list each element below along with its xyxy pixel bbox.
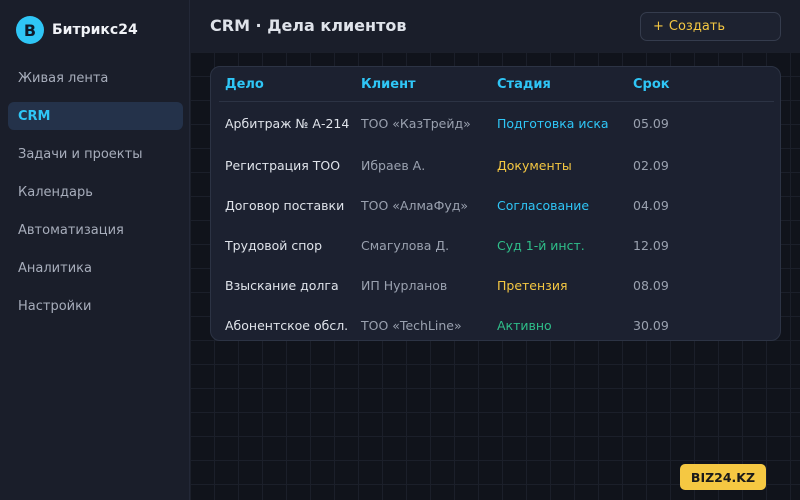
cell-client: ТОО «АлмаФуд» xyxy=(361,197,469,213)
cell-due: 05.09 xyxy=(633,115,669,131)
cell-due: 12.09 xyxy=(633,237,669,253)
cell-due: 08.09 xyxy=(633,277,669,293)
watermark-badge: BIZ24.KZ xyxy=(680,464,766,490)
cell-client: ТОО «TechLine» xyxy=(361,317,462,333)
table-header-row: Дело Клиент Стадия Срок xyxy=(219,69,774,102)
create-button-label: Создать xyxy=(668,19,726,34)
sidebar-item-crm[interactable]: CRM xyxy=(8,102,183,130)
sidebar: B Битрикс24 Живая лента CRM Задачи и про… xyxy=(0,0,190,500)
plus-icon: + xyxy=(653,19,664,34)
table-row[interactable]: Арбитраж № А-214 ТОО «КазТрейд» Подготов… xyxy=(219,101,774,145)
topbar: CRM · Дела клиентов + Создать xyxy=(190,0,800,52)
sidebar-item-settings[interactable]: Настройки xyxy=(8,292,183,320)
table-row[interactable]: Абонентское обсл. ТОО «TechLine» Активно… xyxy=(219,305,774,345)
cell-stage: Активно xyxy=(497,317,552,333)
cell-case: Трудовой спор xyxy=(225,237,322,253)
cell-stage: Претензия xyxy=(497,277,568,293)
sidebar-item-calendar[interactable]: Календарь xyxy=(8,178,183,206)
cases-table: Дело Клиент Стадия Срок Арбитраж № А-214… xyxy=(219,69,774,345)
column-header-client[interactable]: Клиент xyxy=(355,69,491,102)
cell-due: 30.09 xyxy=(633,317,669,333)
main-content: Дело Клиент Стадия Срок Арбитраж № А-214… xyxy=(190,52,800,500)
cell-due: 04.09 xyxy=(633,197,669,213)
cell-client: Смагулова Д. xyxy=(361,237,450,253)
column-header-case[interactable]: Дело xyxy=(219,69,355,102)
cell-client: ИП Нурланов xyxy=(361,277,448,293)
cell-case: Абонентское обсл. xyxy=(225,317,349,333)
page-title: CRM · Дела клиентов xyxy=(210,16,407,35)
cell-case: Арбитраж № А-214 xyxy=(225,115,350,131)
cell-case: Взыскание долга xyxy=(225,277,339,293)
sidebar-nav: Живая лента CRM Задачи и проекты Календа… xyxy=(8,64,183,330)
cell-stage: Документы xyxy=(497,157,572,173)
bitrix-logo-icon: B xyxy=(16,16,44,44)
cell-stage: Согласование xyxy=(497,197,590,213)
column-header-due[interactable]: Срок xyxy=(627,69,774,102)
cases-card: Дело Клиент Стадия Срок Арбитраж № А-214… xyxy=(210,66,781,341)
cell-case: Договор поставки xyxy=(225,197,345,213)
cell-client: ТОО «КазТрейд» xyxy=(361,115,471,131)
sidebar-item-tasks[interactable]: Задачи и проекты xyxy=(8,140,183,168)
cell-stage: Суд 1-й инст. xyxy=(497,237,585,253)
cell-due: 02.09 xyxy=(633,157,669,173)
cell-client: Ибраев А. xyxy=(361,157,426,173)
table-row[interactable]: Договор поставки ТОО «АлмаФуд» Согласова… xyxy=(219,185,774,225)
table-row[interactable]: Взыскание долга ИП Нурланов Претензия 08… xyxy=(219,265,774,305)
column-header-stage[interactable]: Стадия xyxy=(491,69,627,102)
sidebar-item-analytics[interactable]: Аналитика xyxy=(8,254,183,282)
cell-stage: Подготовка иска xyxy=(497,115,609,131)
cell-case: Регистрация ТОО xyxy=(225,157,341,173)
sidebar-item-feed[interactable]: Живая лента xyxy=(8,64,183,92)
table-row[interactable]: Регистрация ТОО Ибраев А. Документы 02.0… xyxy=(219,145,774,185)
brand-name: Битрикс24 xyxy=(52,22,138,38)
sidebar-item-automation[interactable]: Автоматизация xyxy=(8,216,183,244)
create-button[interactable]: + Создать xyxy=(640,12,781,41)
table-row[interactable]: Трудовой спор Смагулова Д. Суд 1-й инст.… xyxy=(219,225,774,265)
brand[interactable]: B Битрикс24 xyxy=(16,16,138,44)
